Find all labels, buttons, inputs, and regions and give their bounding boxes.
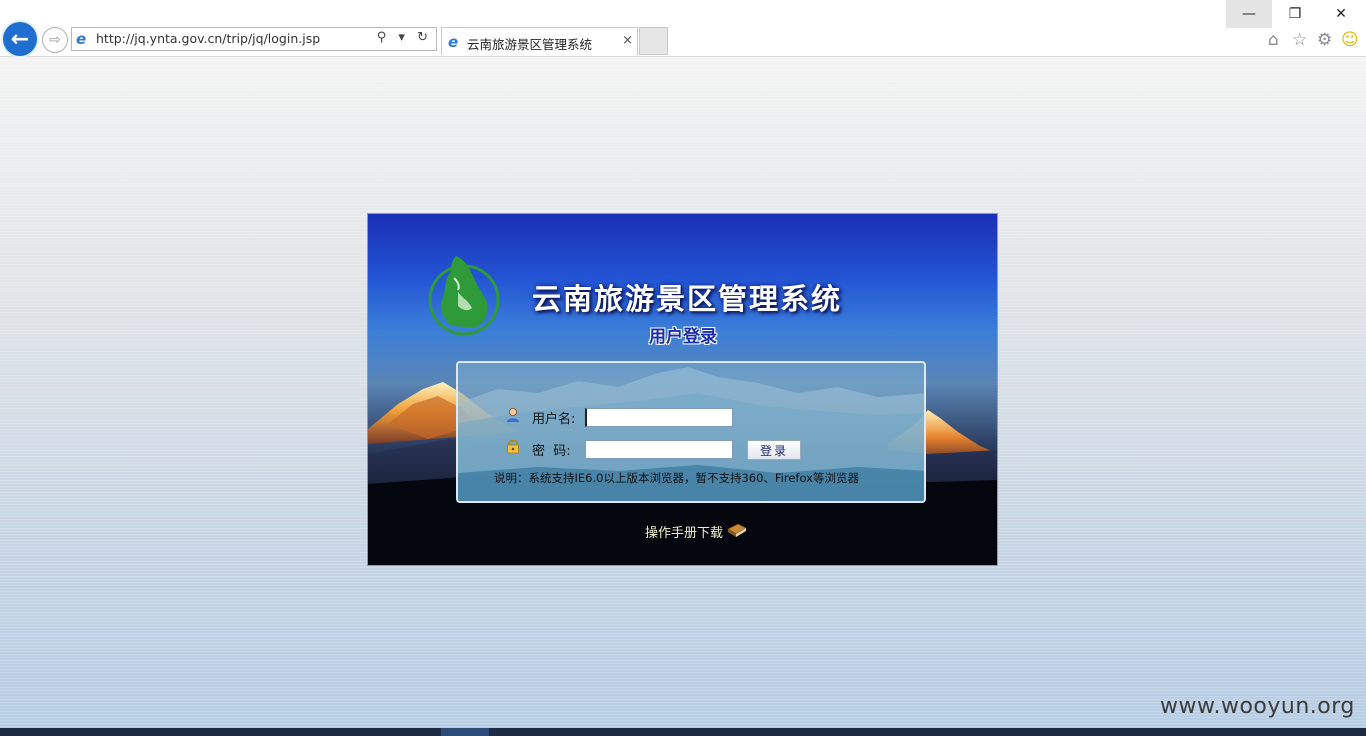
tab-close-icon[interactable]: ×	[622, 33, 633, 48]
tab-title[interactable]: 云南旅游景区管理系统	[467, 34, 592, 53]
manual-download-link[interactable]: 操作手册下载	[645, 522, 723, 541]
url-text[interactable]: http://jq.ynta.gov.cn/trip/jq/login.jsp	[96, 31, 320, 46]
login-button[interactable]: 登录	[747, 440, 801, 460]
login-panel: 云南旅游景区管理系统 用户登录 用户名: 密 码: 登录 说明：系统支持IE6.…	[367, 213, 998, 566]
password-label: 密 码:	[532, 444, 571, 459]
page-background: 云南旅游景区管理系统 用户登录 用户名: 密 码: 登录 说明：系统支持IE6.…	[0, 57, 1366, 728]
taskbar-active-app[interactable]	[441, 728, 489, 736]
ie-icon: e	[76, 30, 87, 48]
back-icon: ←	[10, 26, 30, 52]
lock-icon	[507, 439, 519, 454]
login-subtitle: 用户登录	[649, 327, 717, 347]
tab-active[interactable]: e 云南旅游景区管理系统 ×	[441, 27, 638, 55]
home-icon[interactable]: ⌂	[1268, 30, 1279, 50]
ie-icon: e	[448, 33, 459, 51]
minimize-button[interactable]: —	[1226, 0, 1272, 28]
login-form: 用户名: 密 码: 登录 说明：系统支持IE6.0以上版本浏览器，暂不支持360…	[456, 361, 926, 503]
book-icon[interactable]	[726, 521, 748, 539]
forward-icon: ⇨	[49, 32, 61, 48]
maximize-button[interactable]: ❐	[1272, 0, 1318, 28]
browser-chrome: — ❐ ✕ ← ⇨ e http://jq.ynta.gov.cn/trip/j…	[0, 0, 1366, 57]
address-tools[interactable]: ⚲ ▾ ↻	[377, 30, 432, 45]
star-icon[interactable]: ☆	[1292, 30, 1307, 50]
gear-icon[interactable]: ⚙	[1317, 30, 1332, 50]
watermark: www.wooyun.org	[1160, 694, 1355, 719]
back-button[interactable]: ←	[3, 22, 37, 56]
username-input[interactable]	[585, 408, 733, 427]
new-tab-button[interactable]	[639, 27, 668, 55]
system-title: 云南旅游景区管理系统	[532, 282, 843, 316]
address-bar[interactable]: e http://jq.ynta.gov.cn/trip/jq/login.js…	[71, 27, 437, 51]
yunnan-travel-logo	[428, 256, 500, 336]
username-label: 用户名:	[532, 412, 576, 427]
user-icon	[507, 408, 519, 422]
taskbar	[0, 728, 1366, 736]
password-input[interactable]	[585, 440, 733, 459]
close-window-button[interactable]: ✕	[1318, 0, 1364, 28]
browser-support-notice: 说明：系统支持IE6.0以上版本浏览器，暂不支持360、Firefox等浏览器	[494, 471, 859, 485]
smiley-icon[interactable]: ☺	[1341, 30, 1359, 50]
forward-button[interactable]: ⇨	[42, 27, 68, 53]
